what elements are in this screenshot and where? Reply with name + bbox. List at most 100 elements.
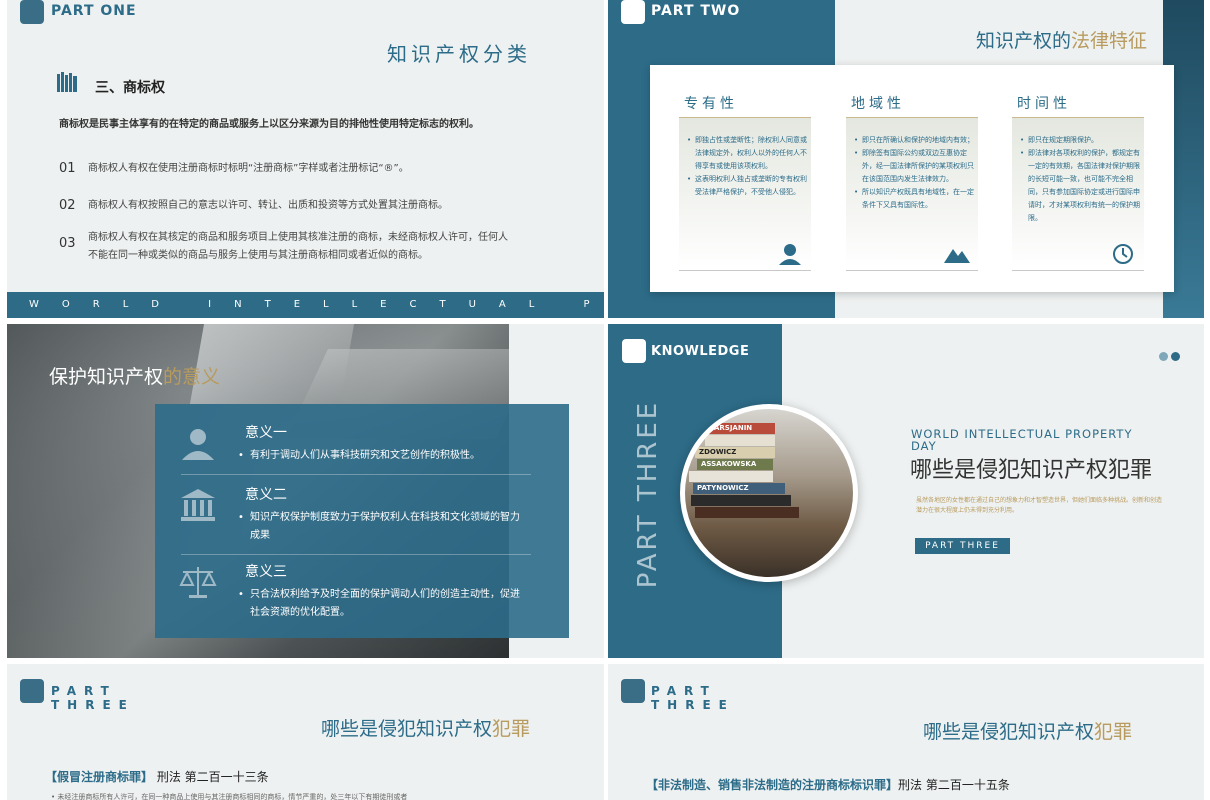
crime-name: 【非法制造、销售非法制造的注册商标标识罪】 (646, 778, 899, 792)
divider (181, 554, 531, 555)
book-spine (689, 471, 773, 482)
crime-name: 【假冒注册商标罪】 (45, 770, 154, 784)
slide-title: 哪些是侵犯知识产权犯罪 (321, 714, 530, 741)
pager-dot[interactable] (1159, 352, 1168, 361)
title-part-a: 哪些是侵犯知识产权 (321, 718, 493, 740)
book-spine: ASSAKOWSKA (697, 459, 773, 470)
banner-text: WORLD INTELLECTUAL PROPERTY DAY (7, 292, 604, 318)
three-word: THREE (51, 698, 135, 712)
feature-card: 即只在规定期限保护。 即法律对各项权利的保护，都规定有一定的有效期，各国法律对保… (1012, 117, 1144, 271)
english-title: WORLD INTELLECTUAL PROPERTY DAY (911, 427, 1133, 453)
title-part-a: 哪些是侵犯知识产权 (923, 721, 1095, 743)
law-article: 刑法 第二百一十五条 (898, 778, 1010, 792)
slide-part-one[interactable]: PART ONE 知识产权分类 三、商标权 商标权是民事主体享有的在特定的商品或… (7, 0, 604, 318)
feature-bullet: 即法律对各项权利的保护，都规定有一定的有效期，各国法律对保护期限的长短可能一致，… (1018, 147, 1140, 225)
law-article: 刑法 第二百一十三条 (156, 770, 269, 784)
title-part-b: 法律特征 (1071, 30, 1148, 52)
row-text: 只合法权利给予及时全面的保护调动人们的创造主动性，促进社会资源的优化配置。 (235, 586, 525, 622)
slide-title: 保护知识产权的意义 (49, 362, 220, 389)
clock-icon (1113, 244, 1133, 264)
row-text: 有利于调动人们从事科技研究和文艺创作的积极性。 (235, 447, 525, 465)
feature-bullet: 即除签有国际公约或双边互惠协定外，经一国法律所保护的某项权利只在该国范围内发生法… (852, 147, 974, 186)
feature-bullet: 这表明权利人独占或垄断的专有权利受法律严格保护，不受他人侵犯。 (685, 173, 807, 199)
feature-bullet: 即只在所确认和保护的地域内有效； (852, 134, 974, 147)
pager-dots (1159, 346, 1183, 365)
description: 虽然各地区的女性都在通过自己的想象力和才智塑造世界，但她们面临多种挑战。创新和创… (916, 497, 1163, 514)
part-label: PART ONE (51, 3, 137, 19)
square-icon (20, 0, 44, 24)
row-heading: 意义三 (245, 564, 287, 580)
feature-bullet: 即独占性或垄断性；除权利人同意或法律规定外，权利人以外的任何人不得享有或使用该项… (685, 134, 807, 173)
title-part-a: 保护知识产权 (49, 366, 164, 388)
slide-part-two[interactable]: PART TWO 知识产权的法律特征 专有性 即独占性或垄断性；除权利人同意或法… (608, 0, 1204, 318)
slide-crime-2[interactable]: PART THREE 哪些是侵犯知识产权犯罪 【非法制造、销售非法制造的注册商标标… (608, 664, 1204, 800)
item-text: 商标权人有权在使用注册商标时标明“注册商标”字样或者注册标记“®”。 (88, 163, 409, 174)
part-word: PART (51, 684, 117, 698)
scales-icon (179, 567, 217, 598)
feature-bullet: 即只在规定期限保护。 (1018, 134, 1140, 147)
significance-box: 意义一 有利于调动人们从事科技研究和文艺创作的积极性。 意义二 知识产权保护制度… (155, 404, 569, 638)
slide-title: 哪些是侵犯知识产权犯罪 (923, 717, 1132, 744)
title-part-a: 知识产权的 (976, 30, 1072, 52)
part-word: PART (651, 684, 717, 698)
item-text: 商标权人有权在其核定的商品和服务项目上使用其核准注册的商标，未经商标权人许可，任… (88, 232, 508, 261)
item-number: 03 (59, 236, 76, 251)
feature-card: 即独占性或垄断性；除权利人同意或法律规定外，权利人以外的任何人不得享有或使用该项… (679, 117, 811, 271)
feature-card: 即只在所确认和保护的地域内有效； 即除签有国际公约或双边互惠协定外，经一国法律所… (846, 117, 978, 271)
book-spine: PATYNOWICZ (693, 483, 785, 494)
square-icon (622, 339, 646, 363)
part-tag: PART THREE (915, 538, 1010, 554)
slide-significance[interactable]: 保护知识产权的意义 意义一 有利于调动人们从事科技研究和文艺创作的积极性。 意义… (7, 324, 604, 658)
book-spine: ZDOWICZ (695, 447, 775, 458)
books-icon (57, 72, 77, 92)
row-heading: 意义二 (245, 487, 287, 503)
three-word: THREE (651, 698, 735, 712)
law-text: • 未经注册商标所有人许可，在同一种商品上使用与其注册商标相同的商标，情节严重的… (51, 793, 408, 800)
part-label: PART THREE (51, 684, 135, 712)
feature-column: 专有性 即独占性或垄断性；除权利人同意或法律规定外，权利人以外的任何人不得享有或… (679, 65, 811, 292)
title-part-b: 犯罪 (1094, 721, 1133, 743)
book-spine (705, 435, 775, 446)
pager-dot[interactable] (1171, 352, 1180, 361)
feature-column: 地域性 即只在所确认和保护的地域内有效； 即除签有国际公约或双边互惠协定外，经一… (846, 65, 978, 292)
square-icon (20, 679, 44, 703)
section-heading: 三、商标权 (95, 80, 165, 96)
slide-title: 知识产权的法律特征 (976, 26, 1147, 53)
person-icon (182, 429, 214, 460)
vertical-part-label: PART THREE (633, 399, 663, 589)
mountain-icon (944, 249, 970, 263)
item-number: 01 (59, 161, 76, 176)
person-icon (779, 244, 801, 265)
law-heading: 【非法制造、销售非法制造的注册商标标识罪】刑法 第二百一十五条 (646, 776, 1010, 793)
book-spine (695, 507, 799, 518)
part-label: PART TWO (651, 3, 741, 19)
intro-text: 商标权是民事主体享有的在特定的商品或服务上以区分来源为目的排他性使用特定标志的权… (59, 119, 479, 130)
part-label: PART THREE (651, 684, 735, 712)
feature-bullet: 所以知识产权既具有地域性，在一定条件下又具有国际性。 (852, 186, 974, 212)
books-photo-frame: MARSJANIN ZDOWICZ ASSAKOWSKA PATYNOWICZ (680, 404, 858, 582)
divider (181, 474, 531, 475)
slide-crime-1[interactable]: PART THREE 哪些是侵犯知识产权犯罪 【假冒注册商标罪】 刑法 第二百一十… (7, 664, 604, 800)
row-heading: 意义一 (245, 425, 287, 441)
title-part-b: 犯罪 (492, 718, 531, 740)
book-spine: MARSJANIN (703, 423, 775, 434)
law-heading: 【假冒注册商标罪】 刑法 第二百一十三条 (45, 768, 269, 785)
books-photo: MARSJANIN ZDOWICZ ASSAKOWSKA PATYNOWICZ (685, 409, 853, 577)
slide-title: 哪些是侵犯知识产权犯罪 (910, 458, 1153, 483)
slide-title: 知识产权分类 (387, 42, 531, 66)
row-text: 知识产权保护制度致力于保护权利人在科技和文化领域的智力成果 (235, 509, 525, 545)
features-panel: 专有性 即独占性或垄断性；除权利人同意或法律规定外，权利人以外的任何人不得享有或… (650, 65, 1174, 292)
knowledge-label: KNOWLEDGE (651, 344, 750, 359)
square-icon (621, 679, 645, 703)
slide-part-three-cover[interactable]: KNOWLEDGE PART THREE MARSJANIN ZDOWICZ A… (608, 324, 1204, 658)
item-text: 商标权人有权按照自己的意志以许可、转让、出质和投资等方式处置其注册商标。 (88, 200, 448, 211)
item-number: 02 (59, 198, 76, 213)
feature-heading: 地域性 (851, 96, 905, 112)
feature-heading: 专有性 (684, 96, 738, 112)
book-spine (691, 495, 791, 506)
feature-column: 时间性 即只在规定期限保护。 即法律对各项权利的保护，都规定有一定的有效期，各国… (1012, 65, 1144, 292)
feature-heading: 时间性 (1017, 96, 1071, 112)
title-part-b: 的意义 (163, 366, 221, 388)
building-icon (181, 489, 215, 521)
square-icon (621, 0, 645, 24)
